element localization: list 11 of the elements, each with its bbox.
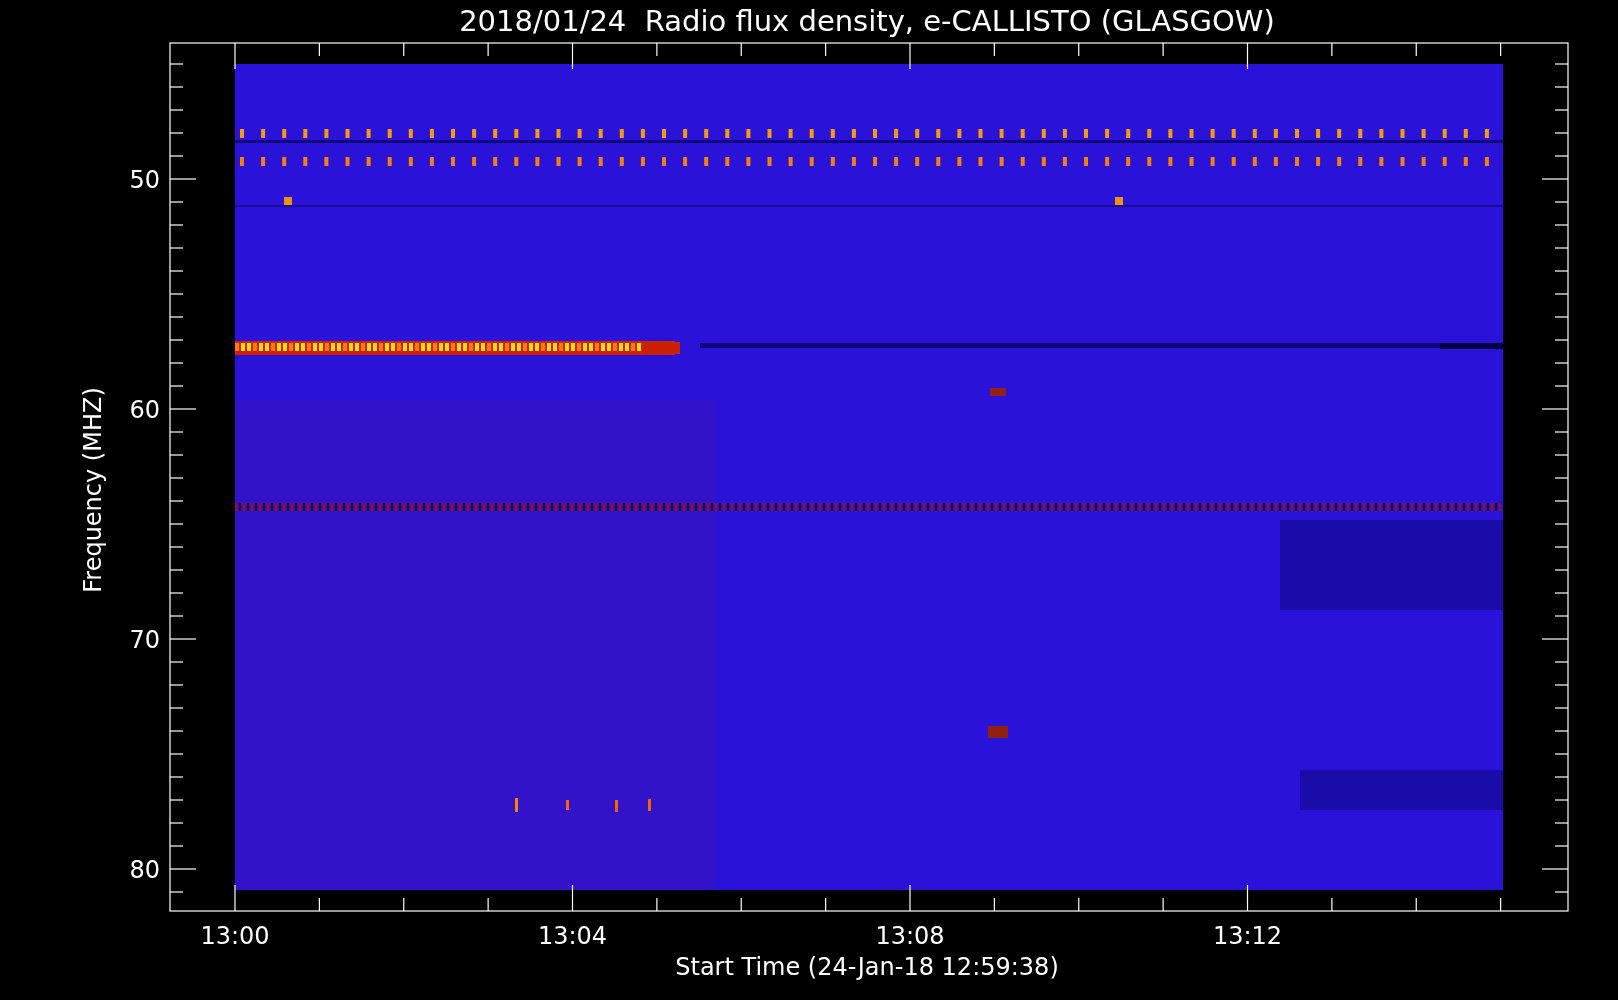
tick-label: 70 (129, 626, 160, 654)
tick-label: 80 (129, 856, 160, 884)
tick-label: 13:08 (875, 922, 945, 950)
tick-label: 13:04 (537, 922, 608, 950)
tick-label: 50 (129, 166, 160, 194)
plot-title: 2018/01/24 Radio flux density, e-CALLISTO (GLASGOW) (459, 4, 1275, 38)
tick-label: 13:12 (1212, 922, 1283, 950)
axis-label: Start Time (24-Jan-18 12:59:38) (675, 953, 1059, 981)
axis-label: Frequency (MHZ) (79, 387, 107, 593)
tick-label: 13:00 (200, 922, 270, 950)
tick-label: 60 (129, 396, 160, 424)
